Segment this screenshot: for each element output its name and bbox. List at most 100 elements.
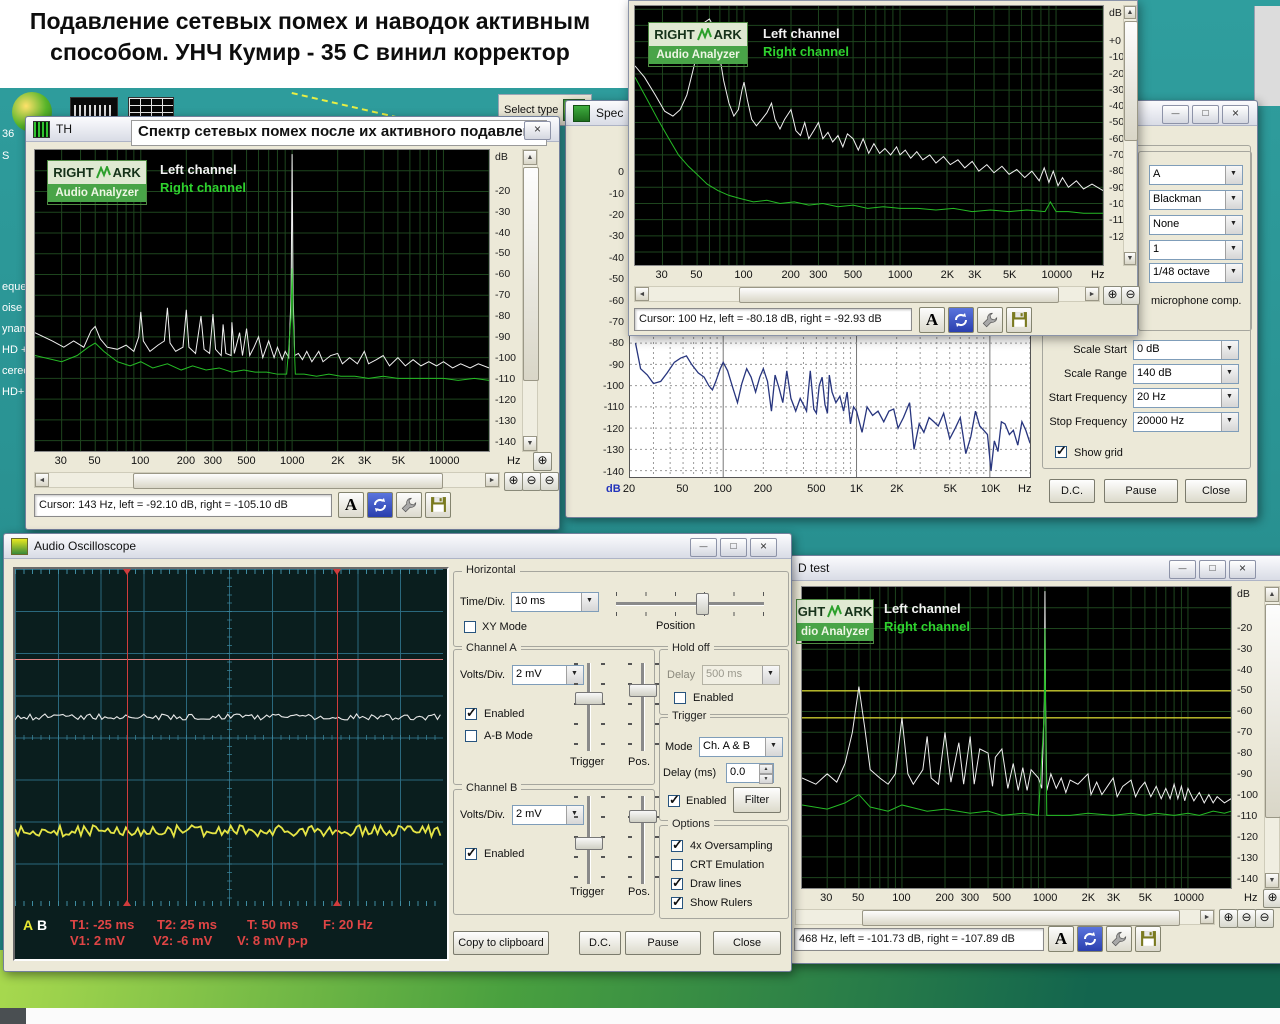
minimize-button[interactable] <box>1162 105 1189 124</box>
channel-b-trigger-thumb[interactable] <box>575 837 603 850</box>
oscilloscope-titlebar[interactable]: Audio Oscilloscope <box>4 534 791 559</box>
zoom-out-button[interactable] <box>1121 286 1140 305</box>
zoom-in-button[interactable] <box>504 472 523 491</box>
position-slider-thumb[interactable] <box>696 593 709 615</box>
minimize-button[interactable] <box>690 538 717 557</box>
channel-a-trigger-thumb[interactable] <box>575 692 603 705</box>
settings-button[interactable] <box>1106 926 1132 952</box>
zoom-out-button[interactable] <box>1237 909 1256 928</box>
zoom-in-button[interactable] <box>1103 286 1122 305</box>
draw-lines-checkbox[interactable] <box>671 875 683 891</box>
xy-mode-checkbox[interactable] <box>464 621 476 633</box>
zoom-out-button[interactable] <box>522 472 541 491</box>
crt-emulation-checkbox[interactable] <box>671 859 683 871</box>
spectrum-plot[interactable]: RIGHT ARK Audio Analyzer Left channel Ri… <box>634 5 1104 266</box>
smoothing-combo[interactable]: None <box>1149 215 1243 235</box>
zoom-out-full-button[interactable] <box>540 472 559 491</box>
horizontal-scrollbar[interactable] <box>34 472 500 489</box>
dropdown-arrow-icon[interactable] <box>1225 166 1242 184</box>
vertical-scrollbar[interactable] <box>522 149 539 452</box>
scope-screen[interactable]: A B T1: -25 ms T2: 25 ms T: 50 ms F: 20 … <box>15 569 447 959</box>
scrollbar-thumb[interactable] <box>739 287 1059 303</box>
scroll-left-button[interactable] <box>635 287 649 301</box>
channel-b-pos-thumb[interactable] <box>629 810 657 823</box>
dropdown-arrow-icon[interactable] <box>1221 413 1238 431</box>
dropdown-arrow-icon[interactable] <box>1225 241 1242 259</box>
scroll-right-button[interactable] <box>1085 287 1099 301</box>
channel-a-trigger-slider[interactable] <box>587 663 591 751</box>
refresh-button[interactable] <box>367 492 393 518</box>
save-button[interactable] <box>1135 926 1161 952</box>
oversampling-checkbox[interactable] <box>671 837 683 853</box>
close-button[interactable] <box>750 538 777 557</box>
time-cursor-2[interactable] <box>333 569 341 906</box>
device-combo[interactable]: A <box>1149 165 1243 185</box>
minimize-button[interactable] <box>1169 560 1196 579</box>
spin-up-icon[interactable]: ▲ <box>759 764 773 774</box>
resolution-combo[interactable]: 1/48 octave <box>1149 263 1243 283</box>
fft-window-combo[interactable]: Blackman <box>1149 190 1243 210</box>
close-button[interactable] <box>1222 105 1249 124</box>
pause-button[interactable]: Pause <box>1104 479 1178 503</box>
spinner-arrows[interactable]: ▲ ▼ <box>759 764 773 784</box>
save-button[interactable] <box>1006 307 1032 333</box>
vertical-scrollbar[interactable] <box>1123 5 1138 266</box>
dropdown-arrow-icon[interactable] <box>1221 341 1238 359</box>
dropdown-arrow-icon[interactable] <box>1225 191 1242 209</box>
autoscale-button[interactable]: A <box>919 307 945 333</box>
show-rulers-checkbox[interactable] <box>671 894 683 910</box>
zoom-y-button[interactable] <box>533 452 552 471</box>
copy-to-clipboard-button[interactable]: Copy to clipboard <box>453 931 549 955</box>
trigger-mode-combo[interactable]: Ch. A & B <box>699 737 783 757</box>
scale-start-combo[interactable]: 0 dB <box>1133 340 1239 360</box>
scrollbar-thumb[interactable] <box>862 910 1180 926</box>
dropdown-arrow-icon[interactable] <box>765 738 782 756</box>
stop-frequency-combo[interactable]: 20000 Hz <box>1133 412 1239 432</box>
refresh-button[interactable] <box>1077 926 1103 952</box>
settings-button[interactable] <box>977 307 1003 333</box>
scroll-up-button[interactable] <box>1265 587 1279 602</box>
scroll-up-button[interactable] <box>523 150 537 165</box>
spin-down-icon[interactable]: ▼ <box>759 774 773 784</box>
scrollbar-thumb[interactable] <box>523 167 539 381</box>
close-button[interactable] <box>1229 560 1256 579</box>
autoscale-button[interactable]: A <box>338 492 364 518</box>
trigger-delay-spinner[interactable]: 0.0 ▲ ▼ <box>726 763 774 784</box>
scroll-right-button[interactable] <box>1200 910 1214 924</box>
maximize-button[interactable] <box>1199 560 1226 579</box>
scroll-left-button[interactable] <box>35 473 49 487</box>
scrollbar-thumb[interactable] <box>1265 604 1280 818</box>
dropdown-arrow-icon[interactable] <box>581 593 598 611</box>
vertical-scrollbar[interactable] <box>1264 586 1280 889</box>
dropdown-arrow-icon[interactable] <box>1221 365 1238 383</box>
save-button[interactable] <box>425 492 451 518</box>
settings-button[interactable] <box>396 492 422 518</box>
refresh-button[interactable] <box>948 307 974 333</box>
zoom-y-button[interactable] <box>1263 889 1280 908</box>
dropdown-arrow-icon[interactable] <box>1221 389 1238 407</box>
dc-button[interactable]: D.C. <box>1049 479 1095 503</box>
channel-a-pos-slider[interactable] <box>641 663 645 751</box>
close-button[interactable]: Close <box>1185 479 1247 503</box>
close-button[interactable] <box>524 121 551 140</box>
holdoff-enabled-checkbox[interactable] <box>674 692 686 704</box>
close-button[interactable]: Close <box>713 931 781 955</box>
spectrum-plot[interactable]: GHT ARK dio Analyzer Left channel Right … <box>796 586 1232 889</box>
scroll-right-button[interactable] <box>485 473 499 487</box>
show-grid-checkbox[interactable] <box>1055 443 1067 459</box>
dropdown-arrow-icon[interactable] <box>1225 216 1242 234</box>
averages-combo[interactable]: 1 <box>1149 240 1243 260</box>
zoom-in-button[interactable] <box>1219 909 1238 928</box>
scrollbar-thumb[interactable] <box>1124 21 1138 141</box>
channel-a-enabled-checkbox[interactable] <box>465 705 477 721</box>
dc-button[interactable]: D.C. <box>579 931 621 955</box>
scrollbar-thumb[interactable] <box>133 473 443 489</box>
filter-button[interactable]: Filter <box>733 787 781 813</box>
horizontal-scrollbar[interactable] <box>795 909 1215 926</box>
position-slider-track[interactable] <box>616 602 764 606</box>
timediv-combo[interactable]: 10 ms <box>511 592 599 612</box>
scale-range-combo[interactable]: 140 dB <box>1133 364 1239 384</box>
pause-button[interactable]: Pause <box>625 931 701 955</box>
time-cursor-1[interactable] <box>123 569 131 906</box>
scroll-down-button[interactable] <box>523 436 537 451</box>
